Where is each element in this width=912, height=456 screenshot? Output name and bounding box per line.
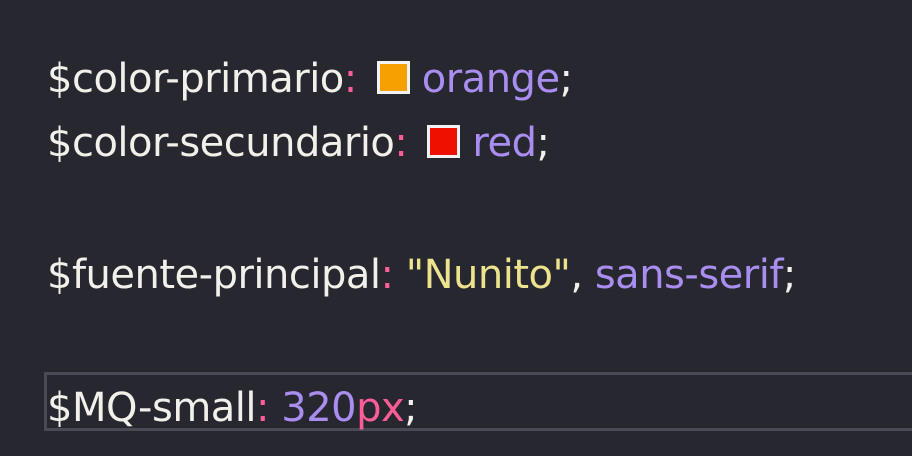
comma-token: , xyxy=(570,252,583,298)
code-editor[interactable]: $color-primario: orange; $color-secundari… xyxy=(0,0,912,456)
semicolon-token: ; xyxy=(404,385,418,431)
variable-name: $color-primario xyxy=(47,56,344,102)
color-swatch-icon[interactable] xyxy=(376,61,410,94)
colon-token: : xyxy=(394,120,408,166)
semicolon-token: ; xyxy=(536,120,550,166)
code-line-mq-small[interactable]: $MQ-small: 320px; xyxy=(47,380,418,436)
unit-token: px xyxy=(356,385,405,431)
colon-token: : xyxy=(343,56,357,102)
code-line-fuente-principal[interactable]: $fuente-principal: "Nunito", sans-serif; xyxy=(47,247,796,303)
code-line-color-secundario[interactable]: $color-secundario: red; xyxy=(47,115,550,171)
variable-name: $color-secundario xyxy=(47,120,395,166)
code-line-color-primario[interactable]: $color-primario: orange; xyxy=(47,51,573,107)
number-value: 320 xyxy=(281,385,357,431)
semicolon-token: ; xyxy=(559,56,573,102)
colon-token: : xyxy=(256,385,270,431)
color-swatch-icon[interactable] xyxy=(427,125,461,158)
color-value: orange xyxy=(421,56,560,102)
semicolon-token: ; xyxy=(782,252,796,298)
keyword-value: sans-serif xyxy=(594,252,784,298)
color-value: red xyxy=(472,120,537,166)
string-value: "Nunito" xyxy=(405,252,571,298)
variable-name: $MQ-small xyxy=(47,385,257,431)
variable-name: $fuente-principal xyxy=(47,252,381,298)
colon-token: : xyxy=(380,252,394,298)
